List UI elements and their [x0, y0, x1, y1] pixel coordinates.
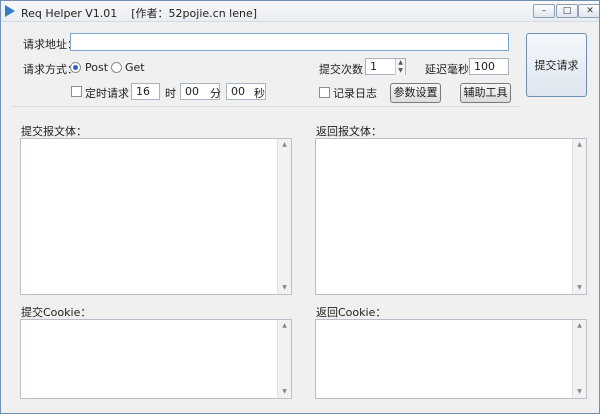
return-cookie-scrollbar[interactable]: ▲ ▼ [572, 320, 586, 398]
submit-body-scrollbar[interactable]: ▲ ▼ [277, 139, 291, 294]
return-body-scrollbar[interactable]: ▲ ▼ [572, 139, 586, 294]
scroll-down-icon[interactable]: ▼ [573, 282, 586, 294]
maximize-button[interactable]: □ [556, 4, 578, 18]
minimize-button[interactable]: – [533, 4, 555, 18]
second-unit: 秒 [254, 87, 265, 100]
submit-cookie-textarea[interactable]: ▲ ▼ [20, 319, 292, 399]
log-checkbox[interactable] [319, 87, 330, 98]
hour-input[interactable]: 16 [131, 83, 160, 100]
tools-button[interactable]: 辅助工具 [460, 83, 511, 103]
title-bar[interactable]: Req Helper V1.01 [作者：52pojie.cn lene] – … [1, 1, 599, 22]
submit-request-button[interactable]: 提交请求 [526, 33, 587, 97]
scroll-up-icon[interactable]: ▲ [573, 139, 586, 151]
log-label[interactable]: 记录日志 [333, 85, 377, 101]
minute-unit: 分 [210, 87, 221, 100]
spin-up-icon[interactable]: ▲ [396, 59, 405, 67]
post-radio[interactable] [70, 62, 81, 73]
app-window: Req Helper V1.01 [作者：52pojie.cn lene] – … [0, 0, 600, 414]
scroll-down-icon[interactable]: ▼ [573, 386, 586, 398]
get-radio[interactable] [111, 62, 122, 73]
return-cookie-textarea[interactable]: ▲ ▼ [315, 319, 587, 399]
window-title: Req Helper V1.01 [作者：52pojie.cn lene] [21, 7, 258, 20]
scroll-up-icon[interactable]: ▲ [278, 139, 291, 151]
submit-cookie-label: 提交Cookie： [21, 306, 92, 319]
return-body-label: 返回报文体： [316, 125, 382, 138]
submit-count-input[interactable]: 1 ▲ ▼ [365, 58, 406, 75]
spin-down-icon[interactable]: ▼ [396, 67, 405, 75]
delay-input[interactable]: 100 [469, 58, 509, 75]
scroll-up-icon[interactable]: ▲ [573, 320, 586, 332]
submit-count-value: 1 [370, 60, 377, 73]
timer-checkbox[interactable] [71, 86, 82, 97]
post-label[interactable]: Post [85, 61, 108, 74]
return-cookie-label: 返回Cookie： [316, 306, 387, 319]
submit-body-textarea[interactable]: ▲ ▼ [20, 138, 292, 295]
get-label[interactable]: Get [125, 61, 145, 74]
url-input[interactable] [70, 33, 509, 51]
scroll-up-icon[interactable]: ▲ [278, 320, 291, 332]
return-body-textarea[interactable]: ▲ ▼ [315, 138, 587, 295]
submit-cookie-scrollbar[interactable]: ▲ ▼ [277, 320, 291, 398]
hour-unit: 时 [165, 87, 176, 100]
close-button[interactable]: ✕ [578, 4, 599, 18]
params-button[interactable]: 参数设置 [390, 83, 441, 103]
spin-buttons[interactable]: ▲ ▼ [395, 59, 405, 75]
scroll-down-icon[interactable]: ▼ [278, 386, 291, 398]
submit-body-label: 提交报文体： [21, 125, 87, 138]
app-icon [5, 5, 15, 17]
scroll-down-icon[interactable]: ▼ [278, 282, 291, 294]
